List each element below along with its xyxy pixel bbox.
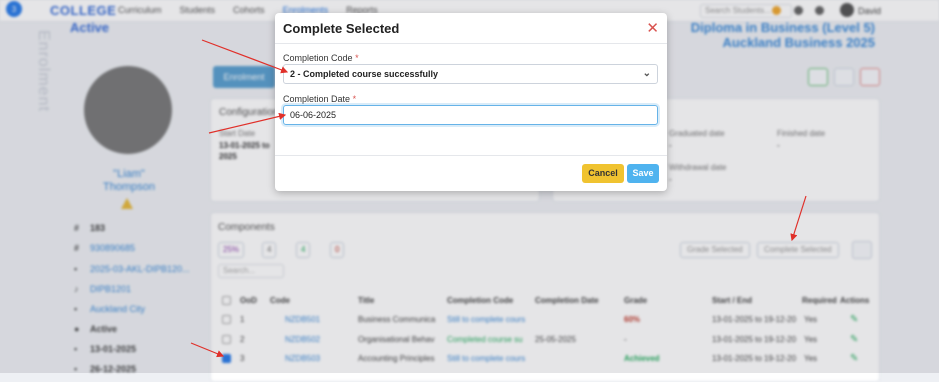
completion-code-value: 2 - Completed course successfully xyxy=(290,69,439,79)
modal-header: Complete Selected ✕ xyxy=(275,13,667,44)
complete-selected-modal: Complete Selected ✕ Completion Code * 2 … xyxy=(275,13,667,191)
completion-code-label-text: Completion Code xyxy=(283,53,353,63)
completion-date-label: Completion Date * xyxy=(283,94,356,104)
close-icon[interactable]: ✕ xyxy=(646,19,659,37)
completion-date-label-text: Completion Date xyxy=(283,94,351,104)
cancel-button[interactable]: Cancel xyxy=(582,164,624,183)
completion-date-input[interactable]: 06-06-2025 xyxy=(283,105,658,125)
save-button[interactable]: Save xyxy=(627,164,659,183)
required-mark: * xyxy=(352,94,357,104)
completion-code-select[interactable]: 2 - Completed course successfully ⌄ xyxy=(283,64,658,84)
required-mark: * xyxy=(355,53,359,63)
modal-title: Complete Selected xyxy=(283,21,400,36)
chevron-down-icon: ⌄ xyxy=(642,68,651,79)
completion-code-label: Completion Code * xyxy=(283,53,359,63)
